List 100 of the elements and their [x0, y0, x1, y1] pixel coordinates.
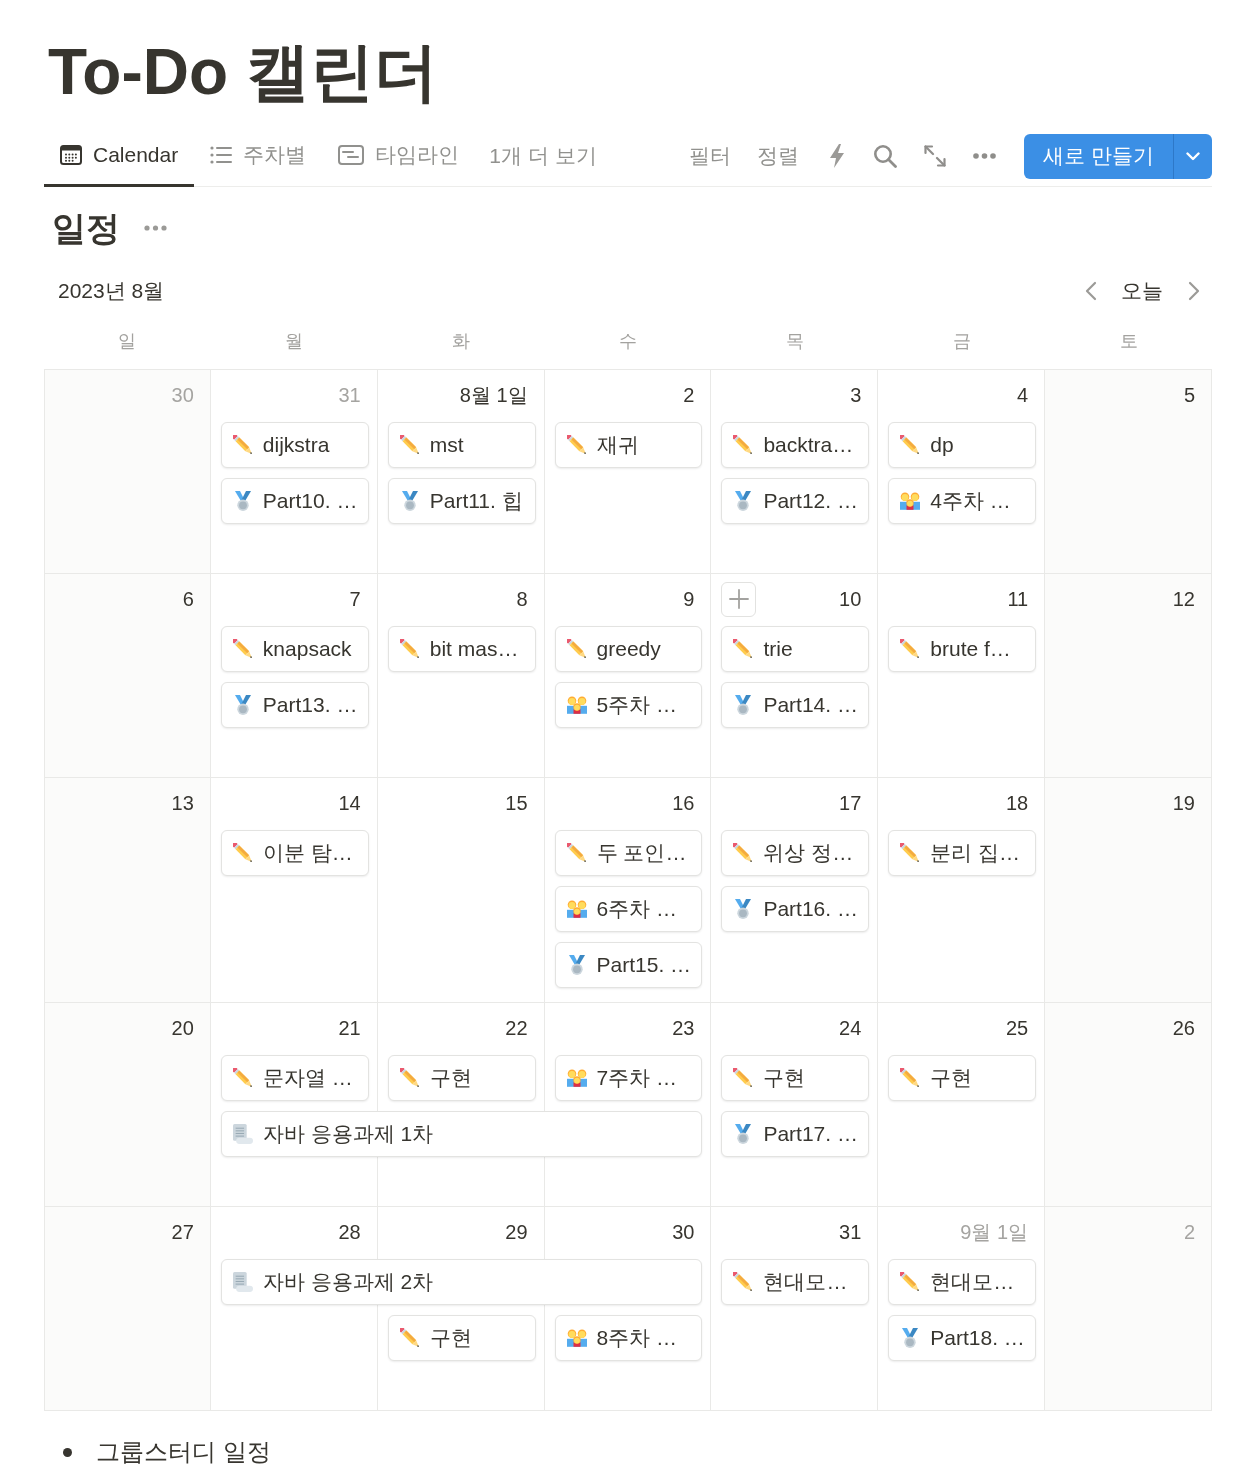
- event-card[interactable]: 현대모…: [888, 1259, 1037, 1305]
- date-label: 2: [683, 383, 695, 408]
- event-card[interactable]: 두 포인…: [554, 830, 703, 876]
- medal-icon: [566, 955, 587, 975]
- event-card[interactable]: 자바 응용과제 2차: [220, 1259, 703, 1305]
- date-label: 21: [338, 1016, 361, 1041]
- event-card[interactable]: greedy: [554, 626, 703, 672]
- family-icon: [566, 1328, 587, 1348]
- add-button[interactable]: [721, 581, 757, 617]
- more-icon[interactable]: [973, 153, 996, 159]
- dropdown-button[interactable]: [1173, 133, 1212, 179]
- medal-icon: [733, 1124, 754, 1144]
- pencil-icon: [566, 639, 587, 659]
- date-label: 25: [1005, 1016, 1029, 1041]
- event-card[interactable]: 4주차 …: [888, 478, 1037, 524]
- event-card[interactable]: 현대모…: [721, 1259, 870, 1305]
- event-card[interactable]: 이분 탐…: [220, 830, 369, 876]
- pencil-icon: [733, 639, 754, 659]
- event-card[interactable]: Part16. …: [721, 886, 870, 932]
- event-card[interactable]: dp: [888, 422, 1037, 468]
- event-card[interactable]: 구현: [888, 1055, 1037, 1101]
- list-icon: [210, 146, 233, 164]
- date-label: 8월 1일: [459, 383, 528, 408]
- scroll-icon: [232, 1272, 253, 1292]
- date-label: 26: [1172, 1016, 1195, 1041]
- event-card[interactable]: brute f…: [888, 626, 1037, 672]
- event-card[interactable]: 구현: [721, 1055, 870, 1101]
- plus-icon: [728, 589, 749, 609]
- event-card[interactable]: 구현: [387, 1055, 536, 1101]
- pencil-icon: [399, 1328, 420, 1348]
- family-icon: [566, 695, 587, 715]
- medal-icon: [900, 1328, 921, 1348]
- weekday-label: 화: [452, 329, 471, 353]
- event-card[interactable]: 위상 정…: [721, 830, 870, 876]
- event-card[interactable]: backtra…: [721, 422, 870, 468]
- pencil-icon: [399, 639, 420, 659]
- event-card[interactable]: mst: [387, 422, 536, 468]
- timeline-icon: [338, 145, 365, 165]
- event-card[interactable]: Part10. …: [220, 478, 369, 524]
- date-label: 23: [672, 1016, 695, 1041]
- pencil-icon: [900, 843, 921, 863]
- pencil-icon: [232, 1068, 253, 1088]
- month-label: 2023년 8월: [58, 278, 165, 305]
- medal-icon: [232, 491, 253, 511]
- pencil-icon: [232, 843, 253, 863]
- event-card[interactable]: Part11. 힙: [387, 478, 536, 524]
- date-label: 16: [672, 791, 695, 816]
- event-card[interactable]: bit mas…: [387, 626, 536, 672]
- chevron-left-icon[interactable]: [1085, 281, 1097, 301]
- event-card[interactable]: 자바 응용과제 1차: [220, 1111, 703, 1157]
- event-card[interactable]: 구현: [387, 1315, 536, 1361]
- medal-icon: [733, 695, 754, 715]
- date-label: 24: [839, 1016, 862, 1041]
- event-card[interactable]: Part13. …: [220, 682, 369, 728]
- event-card[interactable]: 8주차 …: [554, 1315, 703, 1361]
- pencil-icon: [566, 843, 587, 863]
- date-label: 31: [338, 383, 361, 408]
- event-card[interactable]: trie: [721, 626, 870, 672]
- date-label: 30: [171, 383, 194, 408]
- event-card[interactable]: Part17. …: [721, 1111, 870, 1157]
- date-label: 9: [683, 587, 695, 612]
- chevron-right-icon[interactable]: [1188, 281, 1200, 301]
- pencil-icon: [900, 639, 921, 659]
- date-label: 31: [839, 1220, 862, 1245]
- more-icon[interactable]: [144, 225, 167, 231]
- medal-icon: [399, 491, 420, 511]
- view-tab[interactable]: Calendar: [44, 126, 195, 187]
- weekday-label: 월: [285, 329, 304, 353]
- bullet-icon: [63, 1447, 72, 1457]
- weekday-label: 금: [952, 329, 971, 353]
- pencil-icon: [733, 435, 754, 455]
- event-card[interactable]: 7주차 …: [554, 1055, 703, 1101]
- expand-icon[interactable]: [924, 145, 946, 167]
- event-card[interactable]: dijkstra: [220, 422, 369, 468]
- weekday-label: 수: [619, 329, 637, 353]
- family-icon: [900, 491, 921, 511]
- date-label: 27: [171, 1220, 194, 1245]
- section-title: 일정: [52, 207, 120, 249]
- medal-icon: [232, 695, 253, 715]
- event-card[interactable]: Part12. …: [721, 478, 870, 524]
- event-card[interactable]: 문자열 …: [220, 1055, 369, 1101]
- event-card[interactable]: 재귀: [554, 422, 703, 468]
- medal-icon: [733, 491, 754, 511]
- event-card[interactable]: 6주차 …: [554, 886, 703, 932]
- date-label: 12: [1172, 587, 1195, 612]
- event-card[interactable]: 5주차 …: [554, 682, 703, 728]
- date-label: 11: [1007, 587, 1029, 612]
- date-label: 28: [338, 1220, 361, 1245]
- date-label: 22: [505, 1016, 528, 1041]
- today-button[interactable]: 오늘: [1121, 275, 1163, 307]
- lightning-icon[interactable]: [828, 144, 846, 168]
- date-label: 3: [850, 383, 862, 408]
- search-icon[interactable]: [873, 144, 897, 168]
- event-card[interactable]: 분리 집…: [888, 830, 1037, 876]
- event-card[interactable]: Part15. …: [554, 942, 703, 988]
- event-card[interactable]: Part14. …: [721, 682, 870, 728]
- event-card[interactable]: knapsack: [220, 626, 369, 672]
- family-icon: [566, 899, 587, 919]
- event-card[interactable]: Part18. …: [888, 1315, 1037, 1361]
- pencil-icon: [900, 1068, 921, 1088]
